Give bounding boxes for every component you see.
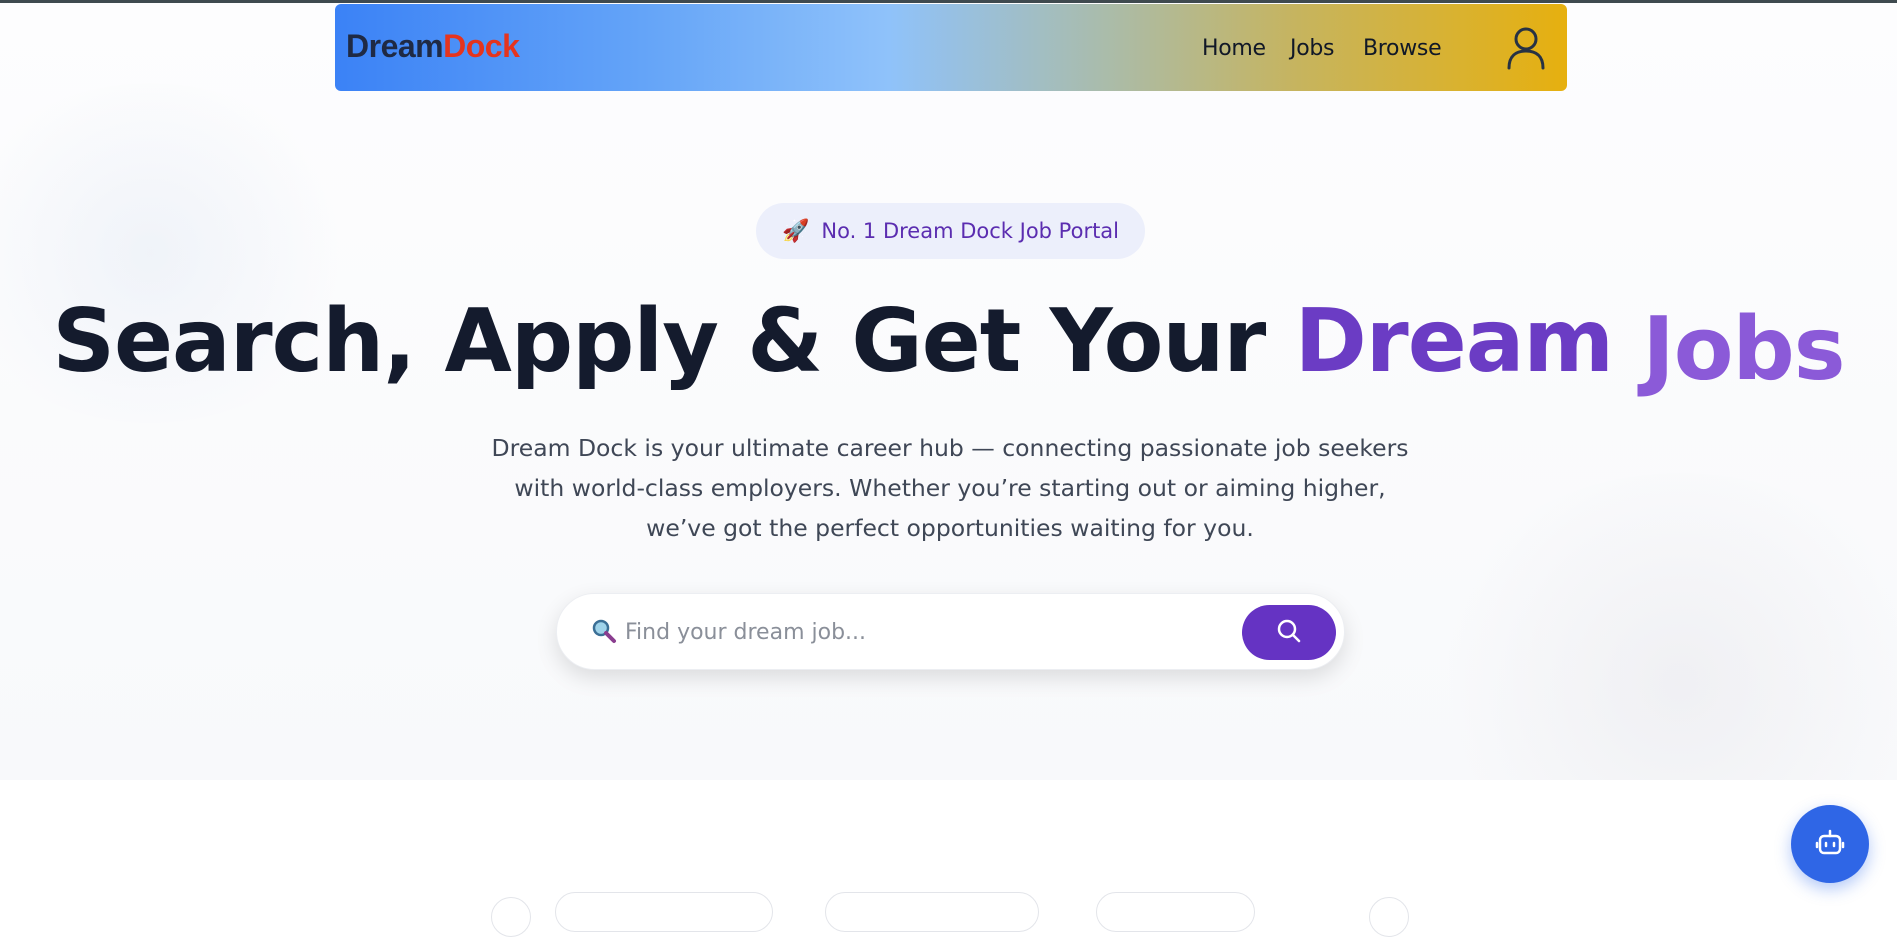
magnifier-icon — [591, 618, 617, 644]
carousel-prev-button[interactable] — [491, 897, 531, 937]
search-input[interactable] — [625, 612, 1185, 652]
navbar: DreamDock Home Jobs Browse — [335, 4, 1567, 91]
category-chip[interactable] — [1096, 892, 1255, 932]
chatbot-button[interactable] — [1791, 805, 1869, 883]
headline-dream: Dream — [1294, 290, 1614, 392]
job-search-bar — [556, 593, 1345, 670]
brand-logo-part1: Dream — [346, 28, 444, 64]
background-blob — [1420, 473, 1897, 780]
brand-logo-part2: Dock — [443, 28, 520, 64]
nav-home-link[interactable]: Home — [1202, 36, 1266, 61]
carousel-next-button[interactable] — [1369, 897, 1409, 937]
hero-headline: Search, Apply & Get Your Dream Jobs — [0, 290, 1897, 400]
robot-icon — [1814, 827, 1846, 862]
brand-logo[interactable]: DreamDock — [346, 28, 520, 65]
headline-jobs: Jobs — [1642, 298, 1845, 400]
nav-browse-link[interactable]: Browse — [1363, 36, 1442, 61]
headline-main: Search, Apply & Get Your — [52, 290, 1266, 392]
nav-jobs-link[interactable]: Jobs — [1290, 36, 1334, 61]
badge-text: No. 1 Dream Dock Job Portal — [821, 219, 1120, 243]
rocket-icon: 🚀 — [781, 218, 810, 244]
user-icon[interactable] — [1505, 26, 1547, 70]
portal-badge: 🚀 No. 1 Dream Dock Job Portal — [756, 203, 1145, 259]
category-chip[interactable] — [825, 892, 1039, 932]
search-icon — [1276, 618, 1302, 647]
search-button[interactable] — [1242, 605, 1336, 660]
category-chip[interactable] — [555, 892, 773, 932]
hero-description: Dream Dock is your ultimate career hub —… — [491, 434, 1409, 542]
